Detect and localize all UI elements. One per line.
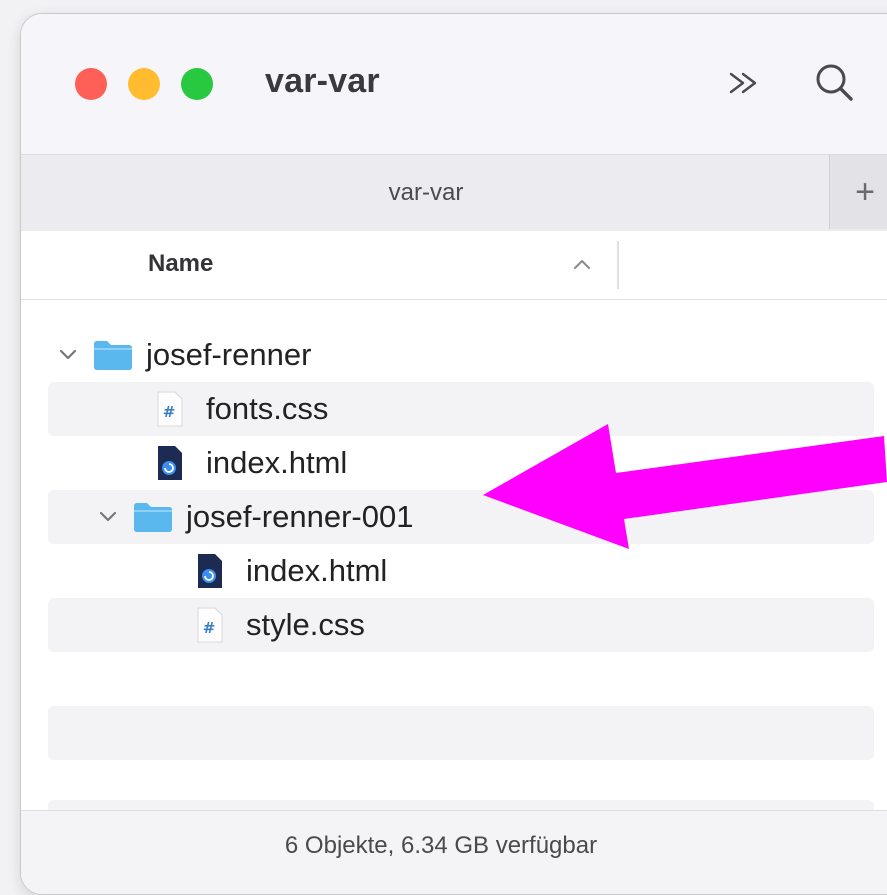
folder-icon bbox=[134, 503, 172, 532]
list-item-index-html[interactable]: index.html bbox=[48, 436, 874, 490]
html-file-icon bbox=[158, 446, 182, 480]
list-item-fonts-css[interactable]: # fonts.css bbox=[48, 382, 874, 436]
sort-ascending-icon[interactable] bbox=[569, 253, 595, 275]
empty-row bbox=[48, 706, 874, 760]
folder-icon bbox=[94, 341, 132, 370]
list-item-label: josef-renner bbox=[146, 337, 312, 372]
list-item-label: josef-renner-001 bbox=[186, 499, 414, 534]
svg-text:#: # bbox=[163, 403, 176, 421]
list-item-josef-renner[interactable]: josef-renner bbox=[48, 328, 874, 382]
search-icon bbox=[816, 64, 853, 101]
list-item-style-css[interactable]: # style.css bbox=[48, 598, 874, 652]
zoom-window-button[interactable] bbox=[181, 68, 213, 100]
column-header-row: Name bbox=[21, 231, 887, 300]
minimize-window-button[interactable] bbox=[128, 68, 160, 100]
css-file-icon: # bbox=[157, 391, 183, 427]
close-window-button[interactable] bbox=[75, 68, 107, 100]
html-file-icon bbox=[198, 554, 222, 588]
svg-text:#: # bbox=[203, 619, 216, 637]
css-file-icon: # bbox=[197, 607, 223, 643]
window-title: var-var bbox=[265, 62, 380, 100]
tab-bar: var-var + bbox=[21, 154, 887, 232]
chevron-double-right-icon bbox=[729, 72, 757, 94]
finder-window: var-var var-var + Name josef-renner # fo… bbox=[20, 13, 887, 895]
list-item-josef-renner-001[interactable]: josef-renner-001 bbox=[48, 490, 874, 544]
chevron-down-icon[interactable] bbox=[56, 342, 80, 366]
list-item-label: fonts.css bbox=[206, 391, 329, 426]
list-item-label: style.css bbox=[246, 607, 365, 642]
list-item-label: index.html bbox=[206, 445, 348, 480]
column-header-name[interactable]: Name bbox=[148, 231, 213, 299]
chevron-down-icon[interactable] bbox=[96, 504, 120, 528]
toolbar-more-button[interactable] bbox=[721, 58, 771, 108]
tab-var-var[interactable]: var-var bbox=[21, 155, 831, 231]
status-text: 6 Objekte, 6.34 GB verfügbar bbox=[284, 832, 598, 859]
search-button[interactable] bbox=[807, 58, 863, 108]
title-bar: var-var bbox=[21, 14, 887, 154]
status-bar: 6 Objekte, 6.34 GB verfügbar bbox=[21, 810, 887, 894]
list-item-index-html-nested[interactable]: index.html bbox=[48, 544, 874, 598]
column-divider[interactable] bbox=[617, 241, 619, 289]
list-item-label: index.html bbox=[246, 553, 388, 588]
new-tab-button[interactable]: + bbox=[829, 155, 887, 229]
